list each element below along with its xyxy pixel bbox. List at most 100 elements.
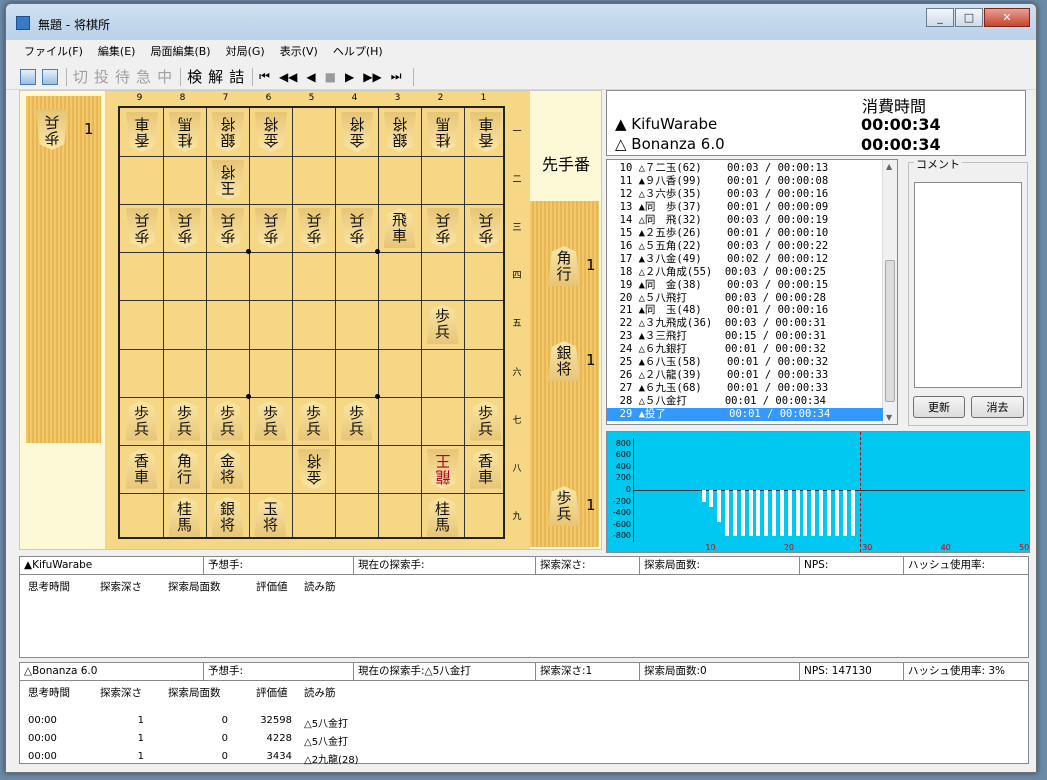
piece-sente[interactable]: 桂馬 <box>168 496 201 537</box>
nav-button-0[interactable]: ⏮ <box>259 69 270 84</box>
piece-sente[interactable]: 歩兵 <box>469 400 502 441</box>
piece-gote[interactable]: 歩兵 <box>427 208 459 248</box>
toolbar-button-0[interactable]: 切 <box>73 66 88 87</box>
nav-button-5[interactable]: ▶▶ <box>363 70 381 84</box>
piece-sente[interactable]: 金将 <box>211 448 244 489</box>
engine2-col-time[interactable]: 思考時間 <box>28 685 70 701</box>
nav-button-2[interactable]: ◀ <box>306 70 315 84</box>
toolbar-button-3[interactable]: 急 <box>136 66 151 87</box>
piece-gote[interactable]: 金将 <box>298 449 330 489</box>
piece-sente[interactable]: 香車 <box>469 448 502 489</box>
pv-depth[interactable]: 1 <box>100 715 144 726</box>
menu-item-1[interactable]: 編集(E) <box>98 43 136 59</box>
pv-time[interactable]: 00:00 <box>28 733 57 744</box>
engine2-col-nodes[interactable]: 探索局面数 <box>168 685 221 701</box>
pv-eval[interactable]: 32598 <box>240 715 292 726</box>
scroll-thumb[interactable] <box>885 260 895 402</box>
pv-nodes[interactable]: 0 <box>168 715 228 726</box>
kifu-move-row[interactable]: 21 ▲同 玉(48) 00:01 / 00:00:16 <box>607 304 883 317</box>
comment-textarea[interactable] <box>914 182 1022 388</box>
gote-hand-piece[interactable]: 歩兵 <box>36 110 68 150</box>
minimize-button[interactable]: _ <box>926 8 954 27</box>
kifu-move-row[interactable]: 17 ▲３八金(49) 00:02 / 00:00:12 <box>607 253 883 266</box>
piece-sente[interactable]: 玉将 <box>254 496 287 537</box>
nav-button-3[interactable]: ■ <box>325 70 336 84</box>
kifu-move-row[interactable]: 25 ▲６八玉(58) 00:01 / 00:00:32 <box>607 356 883 369</box>
clear-button[interactable]: 消去 <box>971 396 1024 418</box>
toolbar-button-7[interactable]: 詰 <box>229 66 244 87</box>
kifu-move-row[interactable]: 26 △２八龍(39) 00:01 / 00:00:33 <box>607 369 883 382</box>
piece-sente[interactable]: 香車 <box>125 448 158 489</box>
piece-sente[interactable]: 角行 <box>168 448 201 489</box>
pv-nodes[interactable]: 0 <box>168 751 228 762</box>
piece-gote[interactable]: 金将 <box>341 112 373 152</box>
kifu-move-row[interactable]: 11 ▲９八香(99) 00:01 / 00:00:08 <box>607 175 883 188</box>
piece-sente[interactable]: 歩兵 <box>168 400 201 441</box>
toolbar-button-5[interactable]: 検 <box>187 66 202 87</box>
engine1-col-nodes[interactable]: 探索局面数 <box>168 579 221 595</box>
nav-button-1[interactable]: ◀◀ <box>279 70 297 84</box>
nav-button-6[interactable]: ⏭ <box>391 69 402 84</box>
piece-gote[interactable]: 歩兵 <box>126 208 158 248</box>
menu-item-0[interactable]: ファイル(F) <box>24 43 83 59</box>
engine2-col-pv[interactable]: 読み筋 <box>304 685 336 701</box>
kifu-move-row[interactable]: 27 ▲６九玉(68) 00:01 / 00:00:33 <box>607 382 883 395</box>
kifu-scrollbar[interactable]: ▲ ▼ <box>882 160 897 424</box>
piece-gote[interactable]: 歩兵 <box>212 208 244 248</box>
scroll-up-icon[interactable]: ▲ <box>886 162 892 171</box>
kifu-move-row[interactable]: 22 △３九飛成(36) 00:03 / 00:00:31 <box>607 317 883 330</box>
sente-hand-piece[interactable]: 角行 <box>548 246 580 286</box>
kifu-move-row[interactable]: 18 △２八角成(55) 00:03 / 00:00:25 <box>607 266 883 279</box>
pv-moves[interactable]: △5八金打 <box>304 733 348 748</box>
kifu-move-row[interactable]: 15 ▲２五歩(26) 00:01 / 00:00:10 <box>607 227 883 240</box>
piece-gote[interactable]: 香車 <box>126 112 158 152</box>
close-button[interactable]: ✕ <box>984 8 1030 27</box>
kifu-move-row[interactable]: 24 △６九銀打 00:01 / 00:00:32 <box>607 343 883 356</box>
piece-gote[interactable]: 香車 <box>470 112 502 152</box>
pv-moves[interactable]: △5八金打 <box>304 715 348 730</box>
piece-sente[interactable]: 歩兵 <box>211 400 244 441</box>
piece-gote[interactable]: 歩兵 <box>169 208 201 248</box>
piece-sente[interactable]: 歩兵 <box>125 400 158 441</box>
piece-gote[interactable]: 桂馬 <box>169 112 201 152</box>
kifu-move-row[interactable]: 13 ▲同 歩(37) 00:01 / 00:00:09 <box>607 201 883 214</box>
kifu-move-row[interactable]: 20 △５八飛打 00:03 / 00:00:28 <box>607 292 883 305</box>
kifu-move-row[interactable]: 28 △５八金打 00:01 / 00:00:34 <box>607 395 883 408</box>
menu-item-5[interactable]: ヘルプ(H) <box>333 43 383 59</box>
engine2-col-depth[interactable]: 探索深さ <box>100 685 142 701</box>
save-icon[interactable] <box>20 68 36 85</box>
engine1-col-eval[interactable]: 評価値 <box>256 579 288 595</box>
menu-item-3[interactable]: 対局(G) <box>226 43 265 59</box>
kifu-move-row[interactable]: 19 ▲同 金(38) 00:03 / 00:00:15 <box>607 279 883 292</box>
piece-gote[interactable]: 歩兵 <box>470 208 502 248</box>
pv-time[interactable]: 00:00 <box>28 751 57 762</box>
pv-moves[interactable]: △2九龍(28) <box>304 751 359 766</box>
piece-sente[interactable]: 銀将 <box>211 496 244 537</box>
engine2-col-eval[interactable]: 評価値 <box>256 685 288 701</box>
update-button[interactable]: 更新 <box>913 396 965 418</box>
title-bar[interactable]: 無題 - 将棋所 _ □ ✕ <box>6 4 1036 40</box>
toolbar-button-2[interactable]: 待 <box>115 66 130 87</box>
piece-gote[interactable]: 龍王 <box>427 449 459 489</box>
menu-item-2[interactable]: 局面編集(B) <box>150 43 210 59</box>
piece-gote[interactable]: 銀将 <box>384 112 416 152</box>
toolbar-button-4[interactable]: 中 <box>157 66 172 87</box>
open-icon[interactable] <box>42 68 58 85</box>
nav-button-4[interactable]: ▶ <box>345 70 354 84</box>
sente-hand-piece[interactable]: 銀将 <box>548 341 580 381</box>
kifu-move-row[interactable]: 16 △５五角(22) 00:03 / 00:00:22 <box>607 240 883 253</box>
pv-eval[interactable]: 4228 <box>240 733 292 744</box>
piece-sente[interactable]: 歩兵 <box>297 400 330 441</box>
sente-hand-piece[interactable]: 歩兵 <box>548 486 580 526</box>
maximize-button[interactable]: □ <box>955 8 983 27</box>
piece-gote[interactable]: 金将 <box>255 112 287 152</box>
pv-nodes[interactable]: 0 <box>168 733 228 744</box>
piece-gote[interactable]: 歩兵 <box>298 208 330 248</box>
piece-sente[interactable]: 歩兵 <box>254 400 287 441</box>
piece-gote[interactable]: 桂馬 <box>427 112 459 152</box>
toolbar-button-6[interactable]: 解 <box>208 66 223 87</box>
scroll-down-icon[interactable]: ▼ <box>886 413 892 422</box>
piece-sente[interactable]: 歩兵 <box>426 304 459 345</box>
piece-gote[interactable]: 歩兵 <box>341 208 373 248</box>
pv-time[interactable]: 00:00 <box>28 715 57 726</box>
